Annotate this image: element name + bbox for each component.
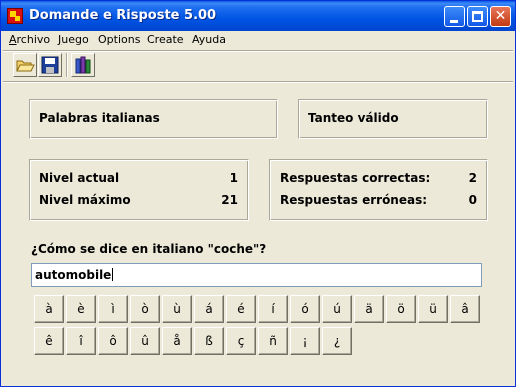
char-button[interactable]: ô [98,327,128,355]
level-max-value: 21 [221,193,238,207]
toolbar-separator-top [3,50,513,52]
menu-juego[interactable]: Juego [58,33,89,46]
menu-options[interactable]: Options [98,33,140,46]
minimize-button[interactable] [444,6,465,27]
char-button[interactable]: ü [418,295,448,323]
answer-text: automobile [35,268,112,282]
bookshelf-icon [75,56,91,74]
menu-create[interactable]: Create [147,33,184,46]
toolbar-separator-bottom [3,81,513,83]
title-bar[interactable]: Domande e Risposte 5.00 ✕ [1,1,515,31]
library-button[interactable] [71,53,95,77]
level-panel: Nivel actual 1 Nivel máximo 21 [29,159,249,221]
text-cursor [112,268,114,281]
menu-bar: Archivo Juego Options Create Ayuda [1,31,515,49]
char-button[interactable]: å [162,327,192,355]
char-button[interactable]: ñ [258,327,288,355]
app-window: Domande e Risposte 5.00 ✕ Archivo Juego … [0,0,516,387]
char-button[interactable]: ù [162,295,192,323]
char-button[interactable]: ò [130,295,160,323]
char-button[interactable]: û [130,327,160,355]
topic-panel: Palabras italianas [29,99,278,139]
char-button[interactable]: é [226,295,256,323]
char-button[interactable]: è [66,295,96,323]
char-button[interactable]: ç [226,327,256,355]
char-button[interactable]: ú [322,295,352,323]
char-button[interactable]: à [34,295,64,323]
window-title: Domande e Risposte 5.00 [29,8,217,23]
char-button[interactable]: î [66,327,96,355]
char-button[interactable]: ¿ [322,327,352,355]
char-button[interactable]: í [258,295,288,323]
wrong-answers-label: Respuestas erróneas: [280,193,428,207]
scoring-panel: Tanteo válido [298,99,488,139]
correct-answers-value: 2 [468,171,477,185]
menu-archivo[interactable]: Archivo [9,33,50,46]
close-button[interactable]: ✕ [490,6,511,27]
char-button[interactable]: ¡ [290,327,320,355]
folder-open-icon [16,60,35,72]
minimize-icon [450,20,458,23]
answer-input[interactable]: automobile [31,263,482,287]
level-current-value: 1 [229,171,238,185]
char-button[interactable]: á [194,295,224,323]
char-button[interactable]: ê [34,327,64,355]
level-max-label: Nivel máximo [39,193,131,207]
maximize-button[interactable] [467,6,488,27]
open-button[interactable] [13,53,37,77]
char-button[interactable]: ß [194,327,224,355]
menu-ayuda[interactable]: Ayuda [192,33,226,46]
char-button[interactable]: ì [98,295,128,323]
char-button[interactable]: ó [290,295,320,323]
app-icon[interactable] [7,8,23,24]
level-current-label: Nivel actual [39,171,120,185]
wrong-answers-value: 0 [468,193,477,207]
scoring-label: Tanteo válido [308,111,399,125]
save-button[interactable] [38,53,62,77]
topic-label: Palabras italianas [39,111,160,125]
char-button[interactable]: ö [386,295,416,323]
save-disk-icon [41,56,59,74]
maximize-icon [472,11,483,22]
char-button[interactable]: ä [354,295,384,323]
close-icon: ✕ [494,8,507,24]
question-text: ¿Cómo se dice en italiano "coche"? [31,242,267,256]
correct-answers-label: Respuestas correctas: [280,171,431,185]
toolbar-divider [66,53,68,77]
char-button[interactable]: â [450,295,480,323]
answers-panel: Respuestas correctas: 2 Respuestas errón… [269,159,488,221]
